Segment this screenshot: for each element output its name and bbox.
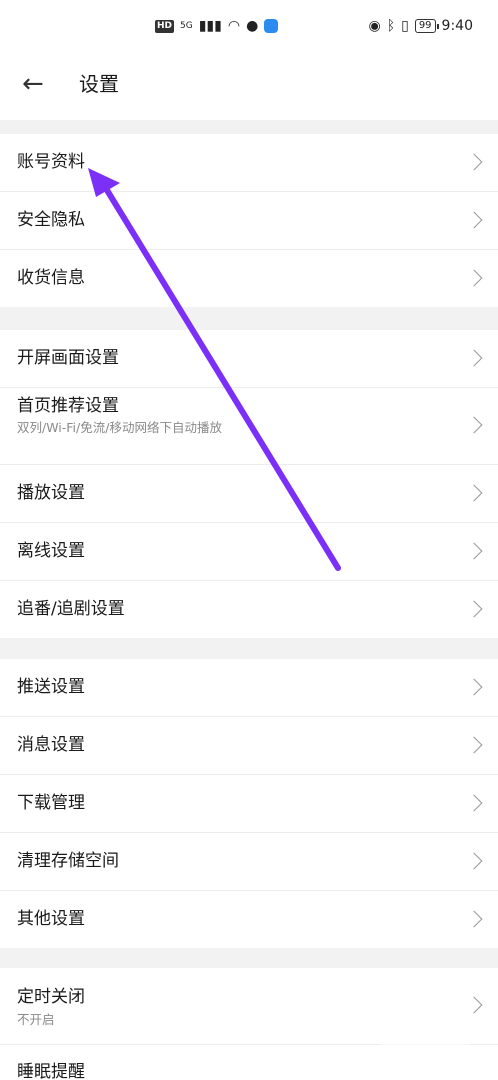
settings-item-other[interactable]: 其他设置 <box>0 891 498 948</box>
bluetooth-icon: ᛒ <box>386 18 396 34</box>
settings-group-playback: 开屏画面设置 首页推荐设置 双列/Wi-Fi/免流/移动网络下自动播放 播放设置… <box>0 330 498 638</box>
chevron-right-icon <box>465 211 483 228</box>
settings-item-clear-storage[interactable]: 清理存储空间 <box>0 833 498 891</box>
settings-item-push[interactable]: 推送设置 <box>0 659 498 717</box>
settings-item-messages[interactable]: 消息设置 <box>0 717 498 775</box>
chevron-right-icon <box>465 910 483 927</box>
network-label: 5G <box>180 21 193 31</box>
chevron-right-icon <box>465 269 483 286</box>
watermark-overlay <box>380 1025 470 1075</box>
settings-item-label: 开屏画面设置 <box>17 348 119 368</box>
chevron-right-icon <box>465 349 483 366</box>
settings-item-playback[interactable]: 播放设置 <box>0 465 498 523</box>
chevron-right-icon <box>465 600 483 617</box>
hd-badge: HD <box>155 19 175 33</box>
chevron-right-icon <box>465 678 483 695</box>
signal-icon: ▮▮▮ <box>198 18 222 34</box>
settings-item-sublabel: 不开启 <box>17 1012 55 1027</box>
settings-item-label: 收货信息 <box>17 268 85 288</box>
clock: 9:40 <box>441 18 473 34</box>
qq-icon: ● <box>246 18 259 34</box>
settings-item-splash-screen[interactable]: 开屏画面设置 <box>0 330 498 388</box>
settings-item-security-privacy[interactable]: 安全隐私 <box>0 192 498 250</box>
wifi-icon: ◠ <box>227 18 241 34</box>
status-right: ◉ ᛒ ▯ 99 9:40 <box>368 18 473 34</box>
settings-item-label: 首页推荐设置 <box>17 396 119 416</box>
chevron-right-icon <box>465 484 483 501</box>
settings-item-label: 清理存储空间 <box>17 851 119 871</box>
settings-item-label: 播放设置 <box>17 483 85 503</box>
cloud-icon <box>264 19 279 33</box>
settings-item-label: 推送设置 <box>17 677 85 697</box>
settings-item-account-info[interactable]: 账号资料 <box>0 134 498 192</box>
battery-icon: 99 <box>414 19 439 33</box>
eye-icon: ◉ <box>368 18 381 34</box>
chevron-right-icon <box>465 542 483 559</box>
settings-item-shipping-info[interactable]: 收货信息 <box>0 250 498 307</box>
chevron-right-icon <box>465 153 483 170</box>
settings-item-label: 其他设置 <box>17 909 85 929</box>
settings-group-system: 推送设置 消息设置 下载管理 清理存储空间 其他设置 <box>0 659 498 948</box>
settings-item-label: 离线设置 <box>17 541 85 561</box>
settings-item-sublabel: 双列/Wi-Fi/免流/移动网络下自动播放 <box>17 420 222 435</box>
settings-item-label: 账号资料 <box>17 152 85 172</box>
settings-item-label: 睡眠提醒 <box>17 1062 85 1080</box>
settings-item-label: 安全隐私 <box>17 210 85 230</box>
status-bar: HD 5G ▮▮▮ ◠ ● ◉ ᛒ ▯ 99 9:40 <box>0 0 498 56</box>
page-title: 设置 <box>79 72 119 96</box>
chevron-right-icon <box>465 794 483 811</box>
settings-item-label: 定时关闭 <box>17 987 85 1007</box>
settings-item-label: 消息设置 <box>17 735 85 755</box>
chevron-right-icon <box>465 996 483 1014</box>
status-left: HD 5G ▮▮▮ ◠ ● <box>155 18 279 34</box>
settings-group-account: 账号资料 安全隐私 收货信息 <box>0 134 498 307</box>
settings-item-follow[interactable]: 追番/追剧设置 <box>0 581 498 638</box>
back-arrow-icon[interactable]: ← <box>22 70 44 98</box>
settings-item-downloads[interactable]: 下载管理 <box>0 775 498 833</box>
settings-item-home-recommend[interactable]: 首页推荐设置 双列/Wi-Fi/免流/移动网络下自动播放 <box>0 388 498 465</box>
vibrate-icon: ▯ <box>401 18 409 34</box>
app-bar: ← 设置 <box>0 56 498 120</box>
settings-item-offline[interactable]: 离线设置 <box>0 523 498 581</box>
settings-item-label: 追番/追剧设置 <box>17 599 125 619</box>
settings-item-label: 下载管理 <box>17 793 85 813</box>
chevron-right-icon <box>465 736 483 753</box>
chevron-right-icon <box>465 416 483 434</box>
chevron-right-icon <box>465 852 483 869</box>
